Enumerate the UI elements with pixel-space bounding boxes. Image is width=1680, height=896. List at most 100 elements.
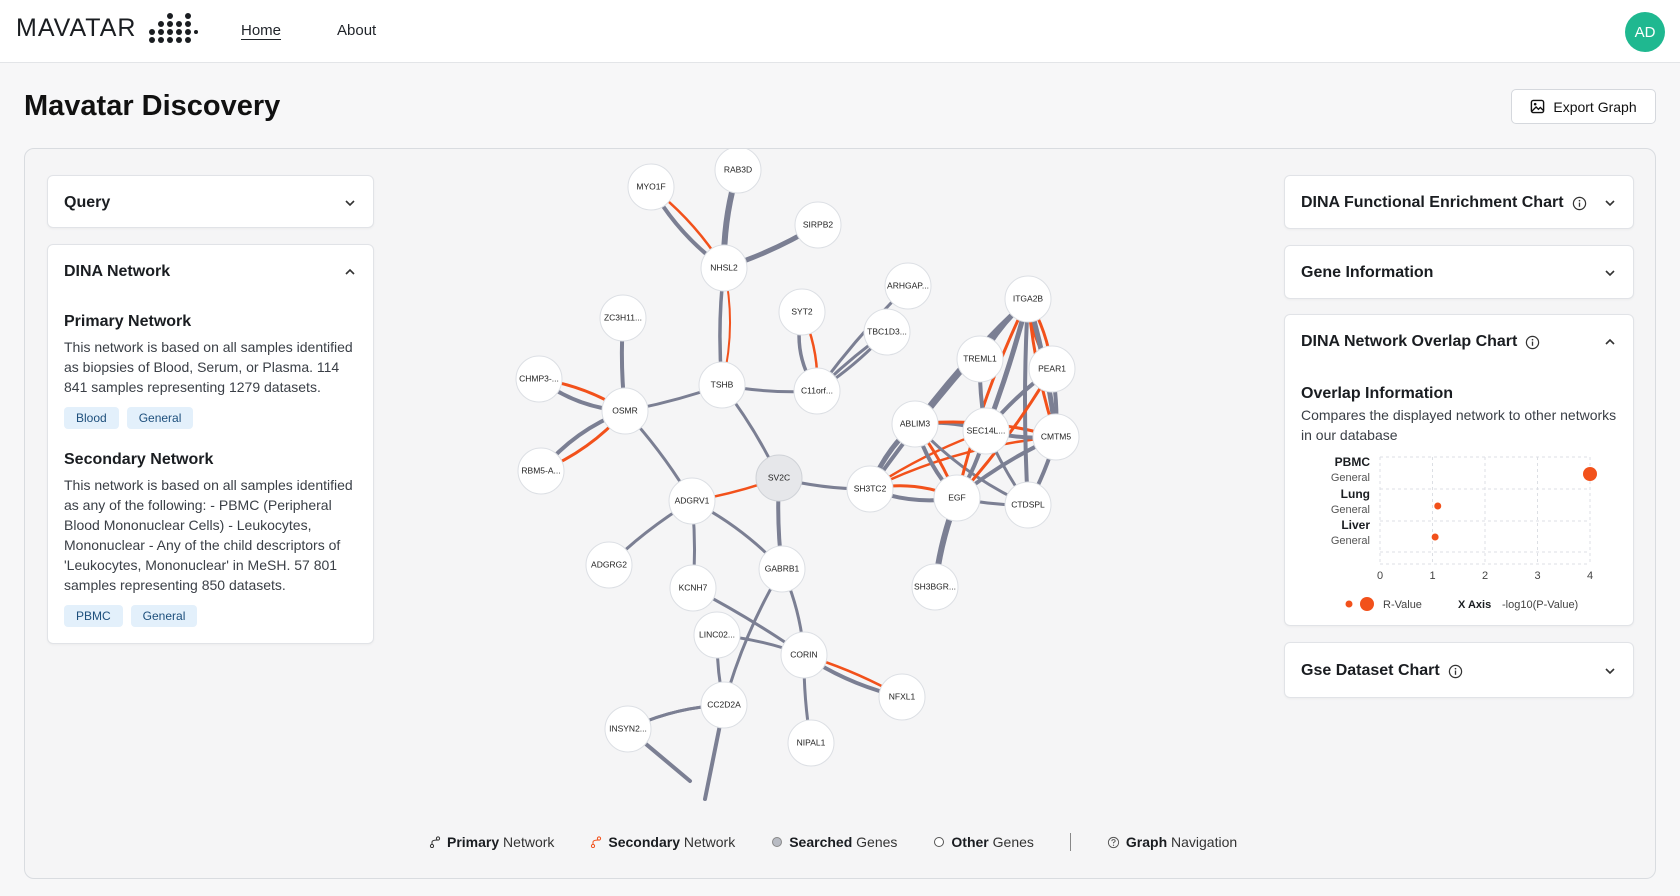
page-title: Mavatar Discovery [24,90,281,122]
gene-node[interactable]: SH3TC2 [846,465,894,513]
gene-node[interactable]: TBC1D3... [863,308,911,356]
gene-node-label: ADGRG2 [591,559,627,569]
legend-searched-bold: Searched [789,834,853,850]
info-icon[interactable] [1572,196,1587,211]
gene-node[interactable]: SV2C [755,454,803,502]
gse-dataset-header[interactable]: Gse Dataset Chart [1301,643,1617,699]
query-card: Query [47,175,374,228]
legend-graph-navigation[interactable]: Graph Navigation [1107,834,1237,850]
main-nav: Home About [241,22,376,39]
overlap-chart-card: DINA Network Overlap Chart Overlap Infor… [1284,314,1634,626]
legend-searched-rest: Genes [852,834,898,850]
overlap-chart-header[interactable]: DINA Network Overlap Chart [1301,315,1617,369]
legend-axis-value: -log10(P-Value) [1502,599,1578,611]
gene-node[interactable]: NFXL1 [878,673,926,721]
brand-dots-icon [149,13,199,43]
gene-node[interactable]: LINC02... [693,611,741,659]
gene-node[interactable]: SIRPB2 [794,201,842,249]
legend-primary-network[interactable]: Primary Network [429,834,554,850]
overlap-point[interactable] [1434,502,1442,510]
gene-node[interactable]: MYO1F [627,163,675,211]
gene-node[interactable]: ZC3H11... [599,294,647,342]
gene-node[interactable]: NIPAL1 [787,719,835,767]
gene-node[interactable]: ARHGAP... [884,262,932,310]
branch-icon [591,836,602,848]
export-graph-label: Export Graph [1553,98,1637,115]
gene-information-header[interactable]: Gene Information [1301,246,1617,300]
gene-information-card: Gene Information [1284,245,1634,299]
dina-network-header[interactable]: DINA Network [64,245,357,298]
legend-other-genes[interactable]: Other Genes [933,834,1034,850]
gene-node-label: INSYN2... [609,723,647,733]
nav-about-link[interactable]: About [337,22,376,39]
gene-node[interactable]: GABRB1 [758,545,806,593]
gene-node[interactable]: SEC14L... [962,407,1010,455]
image-export-icon [1531,99,1545,114]
gene-node[interactable]: RAB3D [714,149,762,194]
nav-home-link[interactable]: Home [241,22,281,39]
chevron-down-icon [1605,270,1615,277]
secondary-tag-general: General [130,605,198,627]
query-header[interactable]: Query [64,176,357,229]
gene-node-label: CHMP3-... [519,373,559,383]
category-label: Liver [1341,518,1370,532]
gene-node[interactable]: RBM5-A... [517,447,565,495]
gene-node-label: TSHB [711,379,734,389]
legend-axis-label: X Axis [1458,599,1491,611]
user-avatar[interactable]: AD [1625,12,1665,52]
gene-node-label: GABRB1 [765,563,800,573]
chevron-up-icon [1605,338,1615,345]
gene-node-label: NFXL1 [889,691,916,701]
gene-node[interactable]: TREML1 [956,335,1004,383]
x-tick-label: 1 [1429,570,1435,582]
primary-network-text: This network is based on all samples ide… [64,339,353,395]
info-icon[interactable] [1525,335,1540,350]
legend-secondary-network[interactable]: Secondary Network [590,834,735,850]
legend-searched-genes[interactable]: Searched Genes [771,834,897,850]
gene-node[interactable]: PEAR1 [1028,345,1076,393]
brand-logo[interactable]: MAVATAR [16,12,199,44]
gene-node[interactable]: CHMP3-... [515,355,563,403]
gene-node-label: NHSL2 [710,262,738,272]
gene-node-label: ADGRV1 [675,495,710,505]
overlap-info-section: Overlap Information Compares the display… [1301,385,1621,445]
legend-primary-bold: Primary [447,834,500,850]
gene-node[interactable]: SYT2 [778,288,826,336]
overlap-point[interactable] [1431,533,1439,541]
gene-node[interactable]: CC2D2A [700,681,748,729]
circle-outline-icon [934,837,945,847]
gene-node[interactable]: CTDSPL [1004,481,1052,529]
primary-tag-general: General [126,407,194,429]
gene-node-label: SV2C [768,472,790,482]
gene-node[interactable]: ITGA2B [1004,275,1052,323]
enrichment-chart-header[interactable]: DINA Functional Enrichment Chart [1301,176,1617,230]
overlap-point[interactable] [1583,467,1597,481]
gene-node-label: CMTM5 [1041,431,1071,441]
gene-node[interactable]: NHSL2 [700,244,748,292]
gene-node-label: SH3TC2 [854,483,887,493]
gene-node[interactable]: CORIN [780,631,828,679]
gene-node[interactable]: CMTM5 [1032,413,1080,461]
gene-node[interactable]: KCNH7 [669,564,717,612]
gene-node[interactable]: C11orf... [793,367,841,415]
gene-node[interactable]: ADGRV1 [668,477,716,525]
gene-node[interactable]: SH3BGR... [911,563,959,611]
chevron-down-icon [345,199,355,206]
info-icon[interactable] [1448,664,1463,679]
overlap-scatter-chart[interactable]: 0 1 2 3 4 PBMC General Lung General Liver General R… [1295,449,1625,619]
gene-node[interactable]: TSHB [698,361,746,409]
gene-node-label: CC2D2A [707,699,741,709]
gene-node[interactable]: OSMR [601,387,649,435]
enrichment-chart-title: DINA Functional Enrichment Chart [1301,194,1564,211]
legend-secondary-bold: Secondary [608,834,680,850]
gene-node-label: PEAR1 [1038,363,1066,373]
enrichment-chart-card: DINA Functional Enrichment Chart [1284,175,1634,229]
export-graph-button[interactable]: Export Graph [1511,89,1656,124]
gene-node[interactable]: ADGRG2 [585,541,633,589]
gene-node[interactable]: ABLIM3 [891,400,939,448]
gene-node[interactable]: EGF [933,474,981,522]
gene-node[interactable]: INSYN2... [604,705,652,753]
legend-other-rest: Genes [988,834,1034,850]
gene-node-label: KCNH7 [679,582,708,592]
help-circle-icon [1107,836,1119,848]
